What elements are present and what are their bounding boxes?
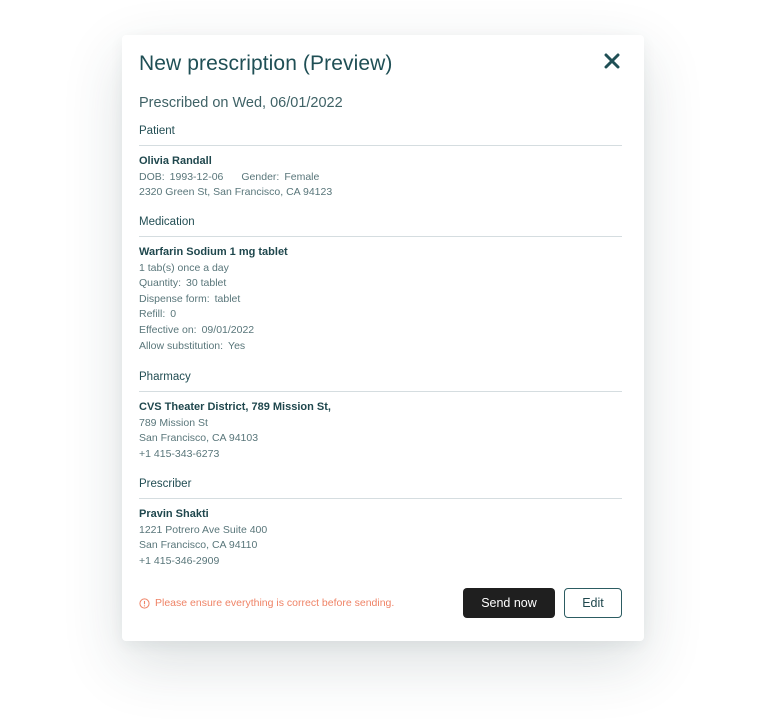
- medication-effective-on: Effective on: 09/01/2022: [139, 323, 622, 339]
- pharmacy-section-label: Pharmacy: [139, 371, 622, 392]
- gender-value: Female: [284, 170, 320, 183]
- prescribed-on-date: Prescribed on Wed, 06/01/2022: [139, 95, 343, 111]
- dob-label: DOB:: [139, 170, 165, 183]
- refill-label: Refill:: [139, 308, 166, 321]
- medication-details: Warfarin Sodium 1 mg tablet 1 tab(s) onc…: [139, 237, 622, 371]
- gender-label: Gender:: [241, 170, 280, 183]
- medication-section: Medication Warfarin Sodium 1 mg tablet 1…: [139, 216, 622, 371]
- edit-button[interactable]: Edit: [564, 588, 622, 618]
- refill-value: 0: [170, 308, 177, 321]
- pharmacy-name: CVS Theater District, 789 Mission St,: [139, 401, 331, 413]
- prescriber-phone: +1 415-346-2909: [139, 554, 220, 567]
- prescriber-section-label: Prescriber: [139, 478, 622, 499]
- page-background: New prescription (Preview) Prescribed on…: [0, 0, 768, 721]
- patient-name: Olivia Randall: [139, 155, 212, 167]
- prescriber-details: Pravin Shakti 1221 Potrero Ave Suite 400…: [139, 499, 622, 569]
- prescriber-name: Pravin Shakti: [139, 508, 209, 520]
- modal-footer: Please ensure everything is correct befo…: [139, 588, 622, 620]
- modal-title: New prescription (Preview): [139, 52, 393, 75]
- pharmacy-city: San Francisco, CA 94103: [139, 432, 259, 445]
- pharmacy-section: Pharmacy CVS Theater District, 789 Missi…: [139, 371, 622, 478]
- quantity-label: Quantity:: [139, 277, 182, 290]
- warning-message: Please ensure everything is correct befo…: [139, 597, 394, 609]
- medication-sig: 1 tab(s) once a day: [139, 261, 229, 274]
- pharmacy-street: 789 Mission St: [139, 416, 208, 429]
- prescriber-section: Prescriber Pravin Shakti 1221 Potrero Av…: [139, 478, 622, 569]
- medication-substitution: Allow substitution: Yes: [139, 339, 622, 355]
- dispense-label: Dispense form:: [139, 292, 210, 305]
- modal-header: New prescription (Preview) Prescribed on…: [139, 35, 622, 125]
- dispense-value: tablet: [214, 292, 241, 305]
- send-now-button[interactable]: Send now: [463, 588, 555, 618]
- patient-section: Patient Olivia Randall DOB: 1993-12-06 Gen…: [139, 125, 622, 216]
- patient-address: 2320 Green St, San Francisco, CA 94123: [139, 186, 333, 199]
- patient-section-label: Patient: [139, 125, 622, 146]
- substitution-label: Allow substitution:: [139, 339, 224, 352]
- substitution-value: Yes: [228, 339, 246, 352]
- prescriber-city: San Francisco, CA 94110: [139, 539, 258, 552]
- medication-refill: Refill: 0: [139, 307, 622, 323]
- info-circle-icon: [139, 597, 150, 609]
- effective-label: Effective on:: [139, 323, 197, 336]
- close-icon: [604, 53, 620, 68]
- warning-text: Please ensure everything is correct befo…: [155, 597, 395, 609]
- quantity-value: 30 tablet: [186, 277, 227, 290]
- medication-name: Warfarin Sodium 1 mg tablet: [139, 246, 288, 258]
- dob-value: 1993-12-06: [169, 170, 224, 183]
- patient-details: Olivia Randall DOB: 1993-12-06 Gender: Fema…: [139, 146, 622, 216]
- patient-dob-gender: DOB: 1993-12-06 Gender: Female: [139, 170, 622, 186]
- pharmacy-phone: +1 415-343-6273: [139, 447, 220, 460]
- effective-value: 09/01/2022: [201, 323, 255, 336]
- medication-dispense-form: Dispense form: tablet: [139, 292, 622, 308]
- prescriber-street: 1221 Potrero Ave Suite 400: [139, 523, 268, 536]
- pharmacy-details: CVS Theater District, 789 Mission St, 78…: [139, 392, 622, 478]
- medication-section-label: Medication: [139, 216, 622, 237]
- prescription-preview-modal: New prescription (Preview) Prescribed on…: [122, 35, 644, 641]
- close-button[interactable]: [602, 51, 622, 73]
- medication-quantity: Quantity: 30 tablet: [139, 276, 622, 292]
